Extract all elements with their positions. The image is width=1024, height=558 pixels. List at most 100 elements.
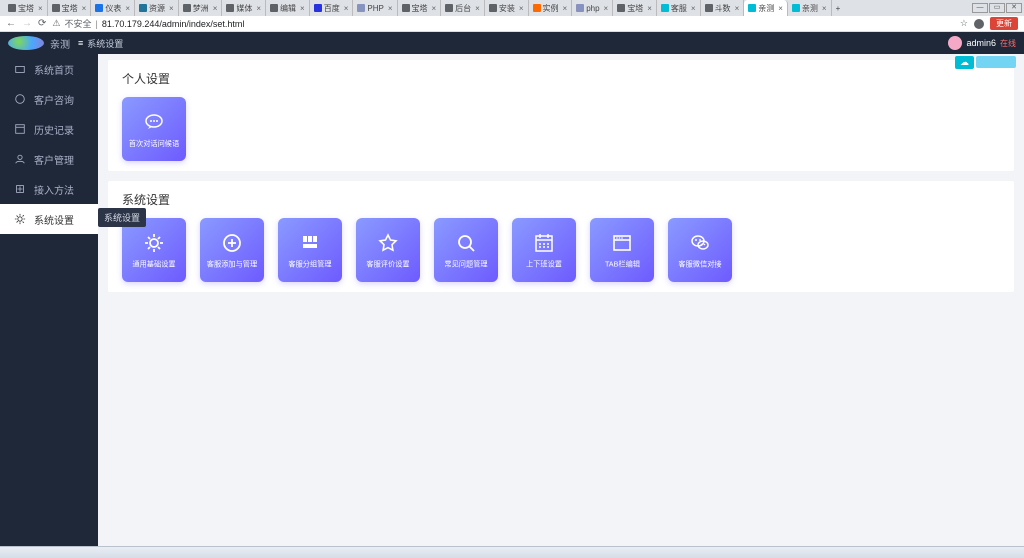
nav-forward-button[interactable]: → [22, 18, 32, 29]
tab-close-button[interactable]: × [563, 4, 568, 13]
browser-tab[interactable]: 斗数 × [701, 0, 745, 16]
sidebar-item-label: 历史记录 [34, 122, 74, 137]
sidebar-item-label: 客户咨询 [34, 92, 74, 107]
tab-label: 斗数 [715, 3, 731, 14]
plug-icon [14, 183, 26, 195]
tile-gear[interactable]: 通用基础设置 [122, 218, 186, 282]
tile-group[interactable]: 客服分组管理 [278, 218, 342, 282]
cloud-icon[interactable]: ☁ [955, 56, 974, 69]
tile-search[interactable]: 常见问题管理 [434, 218, 498, 282]
user-info[interactable]: admin6 在线 [948, 36, 1016, 50]
sidebar-item-label: 系统首页 [34, 62, 74, 77]
tab-label: 宝塔 [62, 3, 78, 14]
browser-tab[interactable]: 仪表 × [91, 0, 135, 16]
window-icon [610, 231, 634, 259]
sidebar-item-home[interactable]: 系统首页 [0, 54, 98, 84]
tab-close-button[interactable]: × [604, 4, 609, 13]
browser-tab[interactable]: 媒体× [222, 0, 266, 16]
sidebar-item-history[interactable]: 历史记录 [0, 114, 98, 144]
tab-close-button[interactable]: × [213, 4, 218, 13]
tab-close-button[interactable]: × [735, 4, 740, 13]
browser-tab[interactable]: 资源× [135, 0, 179, 16]
tab-close-button[interactable]: × [475, 4, 480, 13]
maximize-button[interactable]: ▭ [989, 3, 1005, 13]
menu-icon[interactable]: ≡ [78, 38, 83, 48]
url-box[interactable]: ⚠ 不安全 | 81.70.179.244/admin/index/set.ht… [52, 17, 954, 30]
tab-close-button[interactable]: × [38, 4, 43, 13]
sidebar-item-chat[interactable]: 客户咨询 [0, 84, 98, 114]
browser-tab[interactable]: 安装× [485, 0, 529, 16]
browser-tab[interactable]: 宝塔 × [398, 0, 442, 16]
tile-label: 客服分组管理 [288, 259, 331, 269]
favicon [52, 4, 60, 12]
browser-tab[interactable]: 后台× [441, 0, 485, 16]
os-taskbar[interactable] [0, 546, 1024, 558]
tab-label: 宝塔 [412, 3, 428, 14]
nav-reload-button[interactable]: ⟳ [38, 18, 46, 29]
tab-close-button[interactable]: × [256, 4, 261, 13]
gear-icon [14, 213, 26, 225]
cloud-space [976, 56, 1016, 68]
tile-speech[interactable]: 首次对话问候语 [122, 97, 186, 161]
tile-calendar[interactable]: 上下班设置 [512, 218, 576, 282]
app-top-bar: 亲测 ≡ 系统设置 admin6 在线 [0, 32, 1024, 54]
tab-close-button[interactable]: × [344, 4, 349, 13]
browser-tab[interactable]: PHP× [353, 0, 397, 16]
browser-tab[interactable]: 宝塔× [613, 0, 657, 16]
favicon [8, 4, 16, 12]
browser-tab[interactable]: 亲测× [788, 0, 832, 16]
browser-tab[interactable]: 亲测× [744, 0, 788, 16]
browser-tab[interactable]: 客服× [657, 0, 701, 16]
browser-tab[interactable]: 梦洲 × [179, 0, 223, 16]
tile-star[interactable]: 客服评价设置 [356, 218, 420, 282]
minimize-button[interactable]: — [972, 3, 988, 13]
browser-tab[interactable]: php× [572, 0, 613, 16]
sidebar-item-users[interactable]: 客户管理 [0, 144, 98, 174]
bookmark-star-icon[interactable]: ☆ [960, 18, 968, 29]
browser-tab[interactable]: 编辑× [266, 0, 310, 16]
status-badge: 在线 [1000, 38, 1016, 49]
tab-label: 仪表 [105, 3, 121, 14]
favicon [748, 4, 756, 12]
tab-close-button[interactable]: × [778, 4, 783, 13]
content-area: 个人设置 首次对话问候语 系统设置 通用基础设置 客服添加与管理客服分组管理 客服评… [98, 54, 1024, 546]
tile-wechat[interactable]: 客服微信对接 [668, 218, 732, 282]
tab-close-button[interactable]: × [169, 4, 174, 13]
browser-tab[interactable]: 宝塔 × [4, 0, 48, 16]
close-window-button[interactable]: ✕ [1006, 3, 1022, 13]
tab-close-button[interactable]: × [519, 4, 524, 13]
browser-tab[interactable]: 实例× [529, 0, 573, 16]
star-icon [376, 231, 400, 259]
new-tab-button[interactable]: + [832, 4, 845, 13]
chat-icon [14, 93, 26, 105]
tile-window[interactable]: TAB栏编辑 [590, 218, 654, 282]
browser-tab[interactable]: 宝塔 × [48, 0, 92, 16]
favicon [617, 4, 625, 12]
favicon [402, 4, 410, 12]
tab-close-button[interactable]: × [647, 4, 652, 13]
tab-close-button[interactable]: × [388, 4, 393, 13]
tab-close-button[interactable]: × [82, 4, 87, 13]
sidebar-item-plug[interactable]: 接入方法 [0, 174, 98, 204]
tile-label: 客服评价设置 [366, 259, 409, 269]
browser-tab[interactable]: 百度 × [310, 0, 354, 16]
sidebar-item-label: 接入方法 [34, 182, 74, 197]
tab-label: 百度 [324, 3, 340, 14]
tile-label: 通用基础设置 [132, 259, 175, 269]
tab-close-button[interactable]: × [822, 4, 827, 13]
tab-label: 梦洲 [193, 3, 209, 14]
sidebar: 系统首页客户咨询历史记录客户管理接入方法系统设置系统设置 [0, 54, 98, 546]
tab-close-button[interactable]: × [125, 4, 130, 13]
app-logo [8, 36, 44, 50]
sidebar-item-gear[interactable]: 系统设置 [0, 204, 98, 234]
tab-close-button[interactable]: × [432, 4, 437, 13]
sidebar-tooltip: 系统设置 [98, 208, 146, 227]
profile-icon[interactable] [974, 19, 984, 29]
personal-settings-panel: 个人设置 首次对话问候语 [108, 60, 1014, 171]
tile-plus[interactable]: 客服添加与管理 [200, 218, 264, 282]
tab-label: 宝塔 [18, 3, 34, 14]
tab-close-button[interactable]: × [300, 4, 305, 13]
refresh-button[interactable]: 更新 [990, 17, 1018, 30]
tab-close-button[interactable]: × [691, 4, 696, 13]
nav-back-button[interactable]: ← [6, 18, 16, 29]
